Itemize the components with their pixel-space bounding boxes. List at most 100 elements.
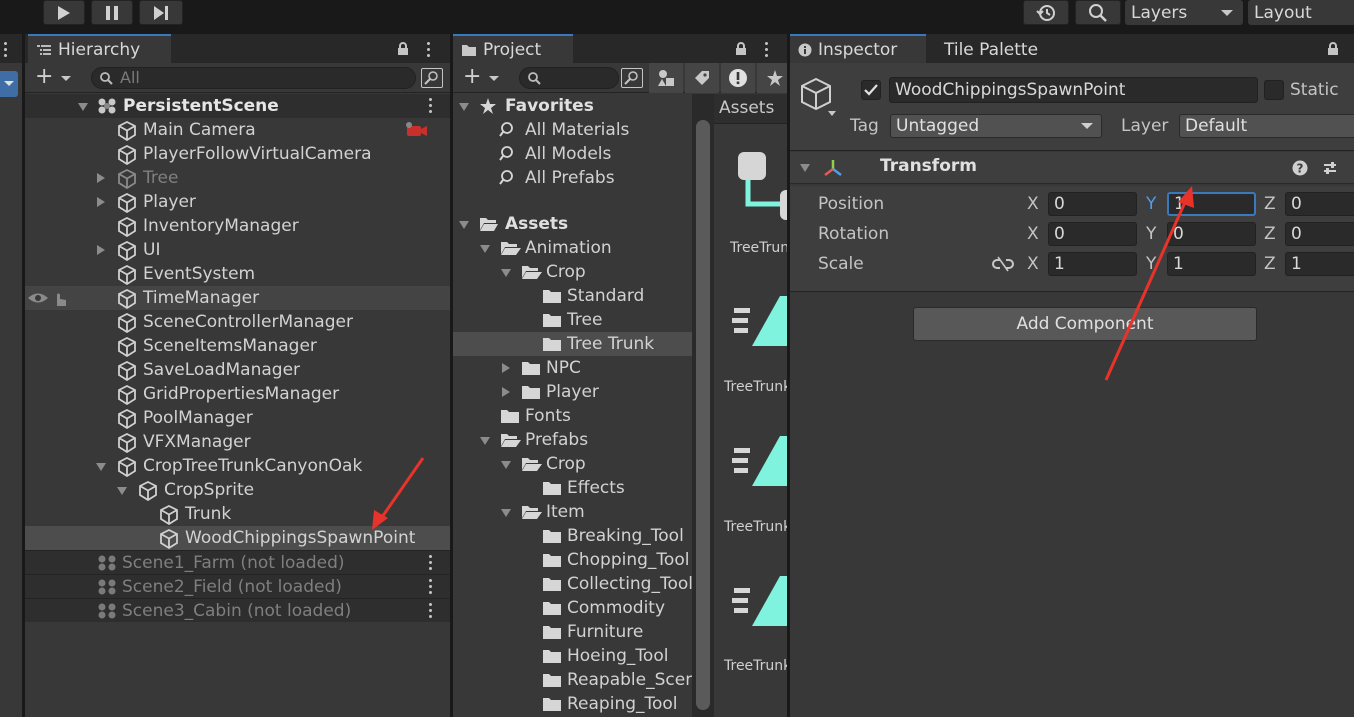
filter-label-button[interactable] xyxy=(685,63,719,93)
expand-arrow-icon[interactable] xyxy=(800,164,810,172)
hierarchy-item[interactable]: Trunk xyxy=(25,502,450,526)
expand-arrow-icon[interactable] xyxy=(459,221,469,229)
hierarchy-item[interactable]: Player xyxy=(25,190,450,214)
settings-sliders-icon[interactable] xyxy=(1322,160,1338,176)
project-menu-icon[interactable] xyxy=(765,42,769,60)
expand-arrow-icon[interactable] xyxy=(97,173,105,183)
project-search-input[interactable] xyxy=(519,67,619,89)
search-button[interactable] xyxy=(1075,0,1121,25)
expand-arrow-icon[interactable] xyxy=(117,487,127,495)
tab-hierarchy[interactable]: Hierarchy xyxy=(28,34,171,63)
project-folder-item[interactable]: Tree Trunk xyxy=(453,332,692,356)
project-folder-item[interactable]: Animation xyxy=(453,236,692,260)
layout-dropdown[interactable]: Layout xyxy=(1248,0,1354,25)
project-folder-item[interactable]: Standard xyxy=(453,284,692,308)
folder-tree-scrollbar[interactable] xyxy=(692,94,714,717)
project-folder-item[interactable]: Chopping_Tool xyxy=(453,548,692,572)
lock-icon[interactable] xyxy=(397,42,409,55)
hierarchy-item[interactable]: TimeManager xyxy=(25,286,450,310)
lock-icon[interactable] xyxy=(735,42,747,55)
project-folder-item[interactable]: Commodity xyxy=(453,596,692,620)
project-folder-item[interactable]: Breaking_Tool xyxy=(453,524,692,548)
add-object-button[interactable]: + xyxy=(35,66,53,88)
expand-arrow-icon[interactable] xyxy=(96,463,106,471)
add-component-button[interactable]: Add Component xyxy=(913,307,1257,341)
scene-menu-icon[interactable] xyxy=(429,98,433,116)
static-checkbox[interactable] xyxy=(1264,80,1284,100)
tab-tile-palette[interactable]: Tile Palette xyxy=(936,34,1066,63)
project-folder-item[interactable]: Hoeing_Tool xyxy=(453,644,692,668)
rotation-x-field[interactable]: 0 xyxy=(1048,222,1137,246)
project-folder-item[interactable]: Crop xyxy=(453,260,692,284)
favorites-row[interactable]: Favorites xyxy=(453,94,692,118)
hierarchy-item[interactable]: EventSystem xyxy=(25,262,450,286)
project-folder-item[interactable]: Effects xyxy=(453,476,692,500)
expand-arrow-icon[interactable] xyxy=(502,363,510,373)
unloaded-scene-row[interactable]: Scene2_Field (not loaded) xyxy=(25,574,450,598)
scene-menu-icon[interactable] xyxy=(429,555,433,573)
project-folder-item[interactable]: Prefabs xyxy=(453,428,692,452)
visibility-eye-icon[interactable] xyxy=(27,291,49,305)
rotation-z-field[interactable]: 0 xyxy=(1285,222,1354,246)
expand-arrow-icon[interactable] xyxy=(501,461,511,469)
project-folder-item[interactable]: Item xyxy=(453,500,692,524)
hierarchy-item[interactable]: CropSprite xyxy=(25,478,450,502)
hierarchy-item[interactable]: PoolManager xyxy=(25,406,450,430)
project-folder-item[interactable]: Tree xyxy=(453,308,692,332)
project-folder-item[interactable]: NPC xyxy=(453,356,692,380)
animation-clip-icon[interactable] xyxy=(732,294,787,354)
hierarchy-item[interactable]: SceneItemsManager xyxy=(25,334,450,358)
hierarchy-item[interactable]: Main Camera xyxy=(25,118,450,142)
expand-arrow-icon[interactable] xyxy=(502,387,510,397)
favorites-item[interactable]: All Models xyxy=(453,142,692,166)
scene-menu-icon[interactable] xyxy=(429,603,433,621)
project-folder-item[interactable]: Collecting_Tool xyxy=(453,572,692,596)
hierarchy-item[interactable]: VFXManager xyxy=(25,430,450,454)
scene-menu-icon[interactable] xyxy=(429,579,433,597)
tab-project[interactable]: Project xyxy=(453,34,573,63)
unloaded-scene-row[interactable]: Scene3_Cabin (not loaded) xyxy=(25,598,450,622)
history-button[interactable] xyxy=(1023,0,1069,25)
active-checkbox[interactable] xyxy=(861,80,881,100)
tab-inspector[interactable]: Inspector xyxy=(790,34,926,63)
create-asset-button[interactable]: + xyxy=(463,66,481,88)
link-broken-icon[interactable] xyxy=(992,256,1014,272)
lock-icon[interactable] xyxy=(1327,42,1339,55)
collapsed-dropdown[interactable] xyxy=(0,71,18,97)
project-folder-item[interactable]: Player xyxy=(453,380,692,404)
layer-dropdown[interactable]: Default xyxy=(1179,114,1354,138)
project-folder-item[interactable]: Reaping_Tool xyxy=(453,692,692,716)
project-folder-item[interactable]: Furniture xyxy=(453,620,692,644)
assets-row[interactable]: Assets xyxy=(453,212,692,236)
search-options-button[interactable] xyxy=(421,68,443,88)
hierarchy-item[interactable]: SaveLoadManager xyxy=(25,358,450,382)
project-folder-item[interactable]: Reapable_Scenary xyxy=(453,668,692,692)
hierarchy-item[interactable]: WoodChippingsSpawnPoint xyxy=(25,526,450,550)
scrollbar-thumb[interactable] xyxy=(696,120,710,710)
hierarchy-search-input[interactable]: All xyxy=(91,67,416,89)
hierarchy-item[interactable]: GridPropertiesManager xyxy=(25,382,450,406)
help-icon[interactable]: ? xyxy=(1292,160,1308,176)
expand-arrow-icon[interactable] xyxy=(480,437,490,445)
expand-arrow-icon[interactable] xyxy=(480,245,490,253)
hierarchy-item[interactable]: PlayerFollowVirtualCamera xyxy=(25,142,450,166)
project-folder-item[interactable]: Fonts xyxy=(453,404,692,428)
expand-arrow-icon[interactable] xyxy=(97,197,105,207)
object-name-field[interactable]: WoodChippingsSpawnPoint xyxy=(889,77,1258,103)
filter-log-button[interactable] xyxy=(721,63,755,93)
position-x-field[interactable]: 0 xyxy=(1048,192,1137,216)
search-scope-button[interactable] xyxy=(621,68,643,88)
panel-menu-icon[interactable] xyxy=(4,42,8,60)
animation-clip-icon[interactable] xyxy=(732,434,787,494)
expand-arrow-icon[interactable] xyxy=(501,509,511,517)
favorites-item[interactable]: All Materials xyxy=(453,118,692,142)
tag-dropdown[interactable]: Untagged xyxy=(890,114,1102,138)
position-y-field[interactable]: 1 xyxy=(1167,192,1256,216)
breadcrumb-assets[interactable]: Assets xyxy=(719,98,774,118)
scene-row-persistent[interactable]: PersistentScene xyxy=(25,94,450,118)
scale-z-field[interactable]: 1 xyxy=(1285,252,1354,276)
favorites-filter-button[interactable] xyxy=(757,63,787,93)
transform-header[interactable]: Transform ? xyxy=(790,152,1354,184)
position-z-field[interactable]: 0 xyxy=(1285,192,1354,216)
rotation-y-field[interactable]: 0 xyxy=(1167,222,1256,246)
